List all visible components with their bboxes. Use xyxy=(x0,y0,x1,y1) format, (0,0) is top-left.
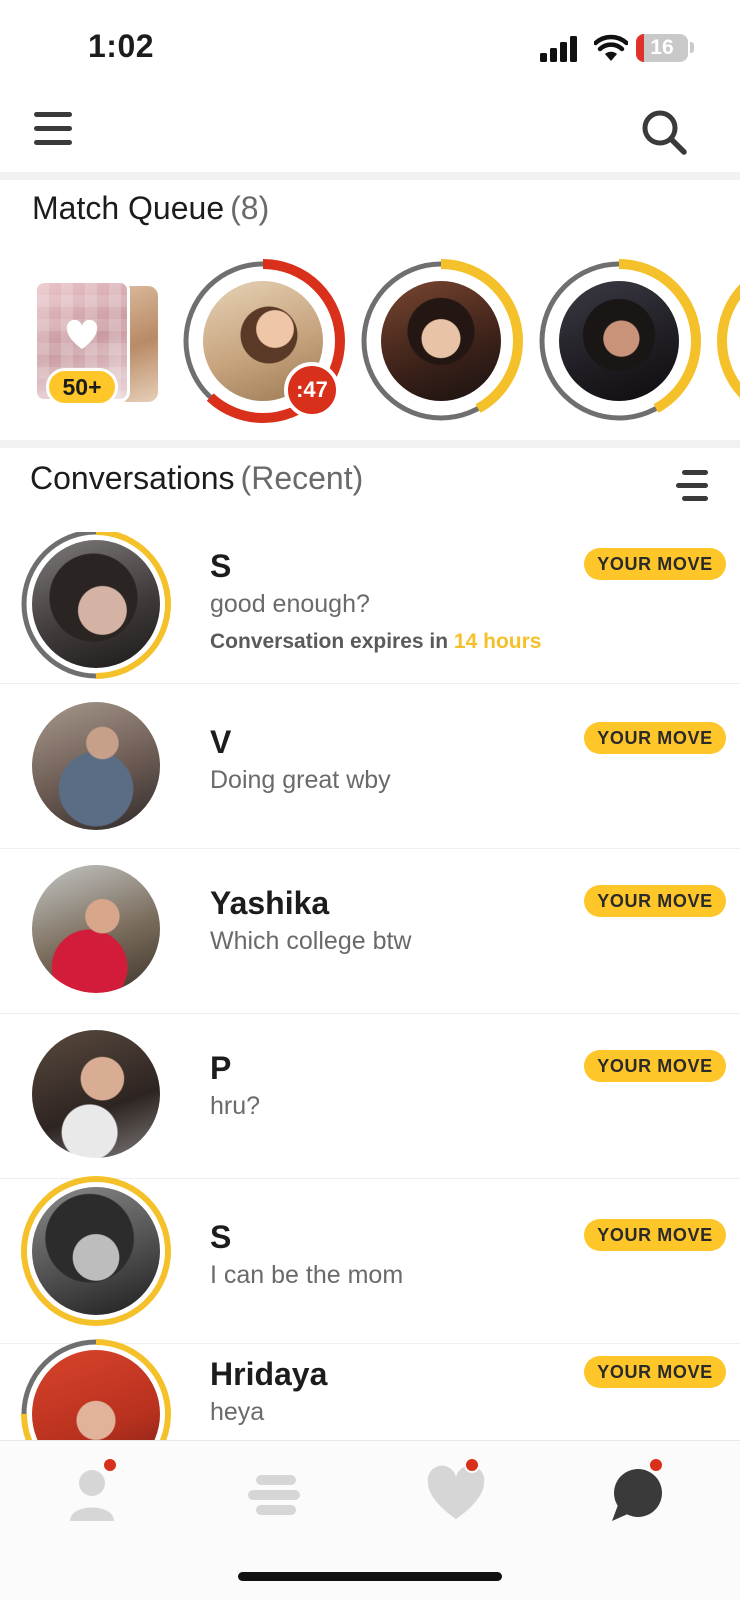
conversation-avatar-wrap[interactable] xyxy=(20,690,172,842)
conversation-expiry-text: Conversation expires in 14 hours xyxy=(210,630,541,654)
notification-dot xyxy=(648,1457,664,1473)
queue-match-1[interactable]: :47 xyxy=(180,258,346,424)
status-bar: 1:02 16 xyxy=(0,0,740,100)
queue-match-2[interactable] xyxy=(358,258,524,424)
match-queue-header: Match Queue (8) xyxy=(32,190,269,227)
queue-next-peek xyxy=(717,284,740,398)
conversation-last-message: good enough? xyxy=(210,590,370,618)
conversation-name: Yashika xyxy=(210,885,330,921)
chat-icon xyxy=(612,1469,662,1521)
top-nav xyxy=(0,100,740,174)
conversation-row[interactable]: Hridaya heya YOUR MOVE xyxy=(0,1339,740,1440)
tab-discover[interactable] xyxy=(244,1463,308,1527)
match-queue-count: (8) xyxy=(230,190,270,226)
avatar xyxy=(32,1187,160,1315)
avatar xyxy=(32,540,160,668)
conversation-name: P xyxy=(210,1050,232,1086)
your-move-badge: YOUR MOVE xyxy=(584,1356,726,1388)
battery-icon: 16 xyxy=(636,34,688,62)
conversation-last-message: Which college btw xyxy=(210,927,412,955)
notification-dot xyxy=(102,1457,118,1473)
cellular-signal-icon xyxy=(540,36,577,62)
conversation-name: S xyxy=(210,548,232,584)
your-move-badge: YOUR MOVE xyxy=(584,548,726,580)
search-icon[interactable] xyxy=(640,108,688,156)
conversation-avatar-wrap[interactable] xyxy=(20,532,172,680)
conversation-row[interactable]: P hru? YOUR MOVE xyxy=(0,1014,740,1179)
match-queue-row[interactable]: 50+ :47 xyxy=(0,258,740,428)
conversation-row[interactable]: S good enough? Conversation expires in 1… xyxy=(0,532,740,684)
section-divider xyxy=(0,440,740,448)
conversation-last-message: I can be the mom xyxy=(210,1261,404,1289)
conversation-avatar-wrap[interactable] xyxy=(20,853,172,1005)
conversations-header: Conversations (Recent) xyxy=(30,460,363,497)
sort-filter-icon[interactable] xyxy=(676,470,710,502)
conversation-row[interactable]: V Doing great wby YOUR MOVE xyxy=(0,684,740,849)
your-move-badge: YOUR MOVE xyxy=(584,722,726,754)
conversation-row[interactable]: S I can be the mom YOUR MOVE xyxy=(0,1176,740,1344)
expiry-value: 14 hours xyxy=(453,630,542,653)
tab-chat[interactable] xyxy=(608,1457,672,1527)
conversation-name: S xyxy=(210,1219,232,1255)
queue-avatar xyxy=(559,281,679,401)
conversation-name: V xyxy=(210,724,232,760)
conversations-subtitle: (Recent) xyxy=(240,460,364,496)
conversation-avatar-wrap[interactable] xyxy=(20,1338,172,1440)
conversations-title: Conversations xyxy=(30,460,235,496)
wifi-icon xyxy=(594,34,628,61)
your-move-badge: YOUR MOVE xyxy=(584,1219,726,1251)
tab-profile[interactable] xyxy=(62,1457,126,1527)
conversation-name: Hridaya xyxy=(210,1356,328,1392)
hamburger-menu-icon[interactable] xyxy=(34,112,74,148)
timer-badge: :47 xyxy=(284,362,340,418)
avatar xyxy=(32,1030,160,1158)
notification-dot xyxy=(464,1457,480,1473)
conversation-last-message: hru? xyxy=(210,1092,261,1120)
heart-icon xyxy=(66,320,98,349)
battery-percent: 16 xyxy=(650,36,674,59)
queue-avatar xyxy=(381,281,501,401)
conversation-row[interactable]: Yashika Which college btw YOUR MOVE xyxy=(0,849,740,1014)
likes-heart-icon xyxy=(427,1465,485,1519)
home-indicator xyxy=(238,1572,502,1581)
conversation-last-message: heya xyxy=(210,1398,265,1426)
expiry-prefix: Conversation expires in xyxy=(210,630,449,653)
avatar xyxy=(32,865,160,993)
beeline-count-badge: 50+ xyxy=(46,368,118,406)
conversation-avatar-wrap[interactable] xyxy=(20,1175,172,1327)
conversation-avatar-wrap[interactable] xyxy=(20,1018,172,1170)
avatar xyxy=(32,702,160,830)
tab-likes[interactable] xyxy=(426,1457,490,1527)
discover-icon xyxy=(248,1475,300,1515)
your-move-badge: YOUR MOVE xyxy=(584,1050,726,1082)
battery-nub xyxy=(690,42,694,53)
profile-icon xyxy=(70,1470,114,1521)
match-queue-title: Match Queue xyxy=(32,190,225,226)
conversation-list[interactable]: S good enough? Conversation expires in 1… xyxy=(0,532,740,1440)
queue-match-3[interactable] xyxy=(536,258,702,424)
status-time: 1:02 xyxy=(88,28,155,64)
your-move-badge: YOUR MOVE xyxy=(584,885,726,917)
section-divider xyxy=(0,172,740,180)
conversation-last-message: Doing great wby xyxy=(210,766,391,794)
